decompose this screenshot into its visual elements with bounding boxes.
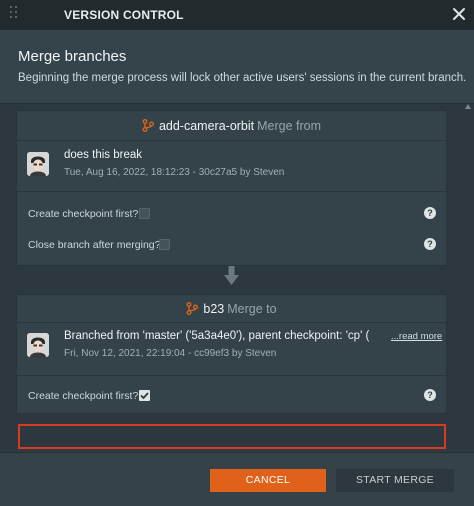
merge-to-panel: b23 Merge to Branched from 'master' ('5a3… bbox=[16, 294, 447, 414]
scroll-up-icon[interactable] bbox=[465, 104, 471, 109]
source-commit-meta: Tue, Aug 16, 2022, 18:12:23 - 30c27a5 by… bbox=[64, 167, 285, 178]
dialog-footer: CANCEL START MERGE bbox=[0, 452, 474, 506]
target-commit-message: Branched from 'master' ('5a3a4e0'), pare… bbox=[64, 330, 369, 342]
checkmark-icon bbox=[140, 392, 149, 400]
target-create-checkpoint-checkbox[interactable] bbox=[139, 390, 150, 401]
dialog-header: Merge branches Beginning the merge proce… bbox=[0, 30, 474, 104]
target-commit-meta: Fri, Nov 12, 2021, 22:19:04 - cc99ef3 by… bbox=[64, 348, 277, 359]
cancel-button[interactable]: CANCEL bbox=[210, 469, 326, 492]
target-branch-name: b23 bbox=[203, 302, 225, 316]
target-commit-message-clip: Branched from 'master' ('5a3a4e0'), pare… bbox=[64, 330, 369, 346]
merge-from-header: add-camera-orbit Merge from bbox=[17, 111, 446, 141]
source-create-checkpoint-checkbox[interactable] bbox=[139, 208, 150, 219]
help-icon[interactable]: ? bbox=[424, 389, 436, 401]
branch-icon bbox=[142, 113, 154, 143]
arrow-down-icon bbox=[224, 266, 239, 286]
help-icon[interactable]: ? bbox=[424, 207, 436, 219]
close-branch-label: Close branch after merging? bbox=[28, 239, 161, 251]
source-commit: does this break Tue, Aug 16, 2022, 18:12… bbox=[17, 142, 446, 192]
merge-to-header: b23 Merge to bbox=[17, 295, 446, 323]
help-icon[interactable]: ? bbox=[424, 238, 436, 250]
dialog-title: Merge branches bbox=[18, 48, 127, 65]
title-bar: VERSION CONTROL bbox=[0, 0, 474, 30]
target-create-checkpoint-label: Create checkpoint first? bbox=[28, 390, 139, 402]
dialog-subtitle: Beginning the merge process will lock ot… bbox=[18, 72, 467, 84]
merge-from-panel: add-camera-orbit Merge from does this bre… bbox=[16, 110, 447, 266]
start-merge-button[interactable]: START MERGE bbox=[336, 469, 454, 492]
target-commit: Branched from 'master' ('5a3a4e0'), pare… bbox=[17, 324, 446, 376]
target-branch-tag: Merge to bbox=[227, 302, 277, 316]
avatar bbox=[27, 152, 49, 176]
source-branch-name: add-camera-orbit bbox=[158, 119, 255, 133]
close-branch-checkbox[interactable] bbox=[159, 239, 170, 250]
branch-icon bbox=[186, 297, 199, 325]
avatar bbox=[27, 333, 49, 357]
highlight-box bbox=[18, 424, 446, 449]
close-icon[interactable] bbox=[450, 5, 468, 23]
window-title: VERSION CONTROL bbox=[64, 8, 184, 22]
drag-handle-icon[interactable] bbox=[10, 6, 20, 24]
source-commit-message: does this break bbox=[64, 149, 142, 161]
source-create-checkpoint-label: Create checkpoint first? bbox=[28, 208, 139, 220]
read-more-link[interactable]: ...read more bbox=[391, 331, 442, 342]
source-branch-tag: Merge from bbox=[257, 119, 322, 133]
